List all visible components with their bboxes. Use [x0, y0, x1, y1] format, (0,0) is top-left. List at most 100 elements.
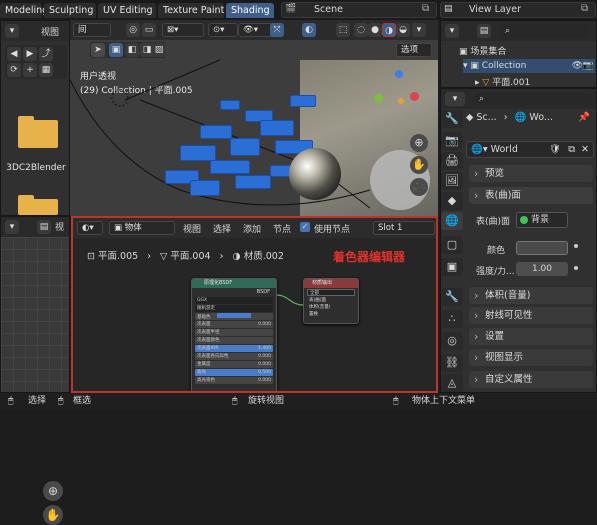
scene-icon-2: ◆ — [466, 112, 474, 123]
constraints-tab-icon[interactable]: ⛓ — [441, 354, 463, 372]
outliner-search-input[interactable]: ⌕ — [501, 24, 591, 38]
pan-hand-icon-viewport[interactable]: ✋ — [410, 156, 428, 174]
forward-arrow-icon[interactable]: ▶ — [23, 47, 37, 61]
folder-icon-2[interactable] — [18, 195, 58, 215]
physics-tab-icon[interactable]: ◎ — [441, 332, 463, 350]
scene-selector[interactable]: 🎬 Scene ⧉ — [281, 2, 437, 18]
folder-label: 3DC2Blender — [6, 163, 66, 173]
copy-icon[interactable]: ⧉ — [568, 142, 575, 157]
select-icon[interactable]: ▭ — [142, 23, 156, 37]
camera-view-icon[interactable]: 🎥 — [410, 178, 428, 196]
new-folder-icon[interactable]: + — [23, 63, 37, 77]
section-viewport-display[interactable]: 视图显示 — [469, 349, 593, 366]
editor-type-icon-3[interactable]: ▾ — [445, 24, 459, 38]
file-browser-toolbar: ◀ ▶ ⤴ ⟳ + ▦ — [5, 45, 67, 79]
gizmo-y-axis[interactable] — [374, 94, 383, 103]
wireframe-shading-icon[interactable]: ◌ — [354, 23, 368, 37]
lego-brick — [235, 175, 271, 189]
world-icon-2: 🌐▾ — [471, 144, 488, 155]
outliner-item-plane[interactable]: ▸ ▽ 平面.001 — [475, 75, 595, 88]
top-bar: Modeling Sculpting UV Editing Texture Pa… — [0, 0, 597, 20]
image-editor-canvas[interactable] — [1, 237, 69, 392]
tab-texture-paint[interactable]: Texture Paint — [158, 3, 224, 18]
new-scene-icon[interactable]: ⧉ — [422, 3, 429, 14]
zoom-icon-viewport[interactable]: ⊕ — [410, 134, 428, 152]
render-tab-icon[interactable]: 📷 — [441, 132, 463, 150]
section-volume[interactable]: 体积(音量) — [469, 287, 593, 304]
viewport-3d[interactable]: 间 ◎ ▭ ⊠▾ ⊙▾ ⋔ 👁▾ ⤧ ◐ ⬚ ◌ ● ◑ ◒ ▾ ➤ ▣ ◧ ◨… — [70, 20, 438, 216]
gizmo-icon[interactable]: ⤧ — [270, 23, 284, 37]
keyframe-dot[interactable] — [574, 244, 578, 248]
editor-type-icon[interactable]: ▾ — [5, 24, 19, 38]
lego-brick — [290, 95, 316, 107]
editor-type-icon-4[interactable]: ▾ — [445, 92, 465, 106]
view-icon[interactable]: ◎ — [126, 23, 140, 37]
transform-orientation[interactable]: ⊠▾ — [162, 23, 204, 37]
visibility-eye-icon[interactable]: 👁 — [572, 59, 583, 73]
section-settings[interactable]: 设置 — [469, 328, 593, 345]
fake-user-icon[interactable]: 🛡 — [549, 142, 561, 157]
folder-icon[interactable] — [18, 116, 58, 148]
section-preview[interactable]: 预览 — [469, 165, 593, 182]
mode-select[interactable]: 间 — [73, 23, 111, 37]
camera-icon[interactable]: 📷 — [583, 59, 594, 73]
gizmo-z-axis[interactable] — [395, 70, 403, 78]
scene-icon: 🎬 — [285, 4, 297, 14]
modifier-tab-icon[interactable]: 🔧 — [441, 288, 463, 306]
pivot-select[interactable]: ⊙▾ — [208, 23, 238, 37]
file-browser-view-menu[interactable]: 视图 — [41, 25, 59, 38]
display-mode-icon[interactable]: ▤ — [477, 24, 491, 38]
scene-name: Scene — [314, 4, 343, 15]
tool-tab-icon[interactable]: 🔧 — [441, 110, 463, 128]
refresh-icon[interactable]: ⟳ — [7, 63, 21, 77]
view-layer-tab-icon[interactable]: 🖼 — [441, 172, 463, 190]
close-icon[interactable]: ✕ — [581, 142, 589, 157]
collection-icon-2: ▣ — [470, 61, 479, 71]
section-ray-visibility[interactable]: 射线可见性 — [469, 307, 593, 324]
pan-hand-icon[interactable]: ✋ — [43, 505, 63, 525]
parent-folder-icon[interactable]: ⤴ — [39, 47, 53, 61]
image-menu-icon[interactable]: ▤ — [37, 220, 51, 234]
shader-dot-icon — [520, 216, 528, 224]
overlay-icon[interactable]: ◐ — [302, 23, 316, 37]
pin-icon[interactable]: 📌 — [578, 112, 590, 123]
tab-shading[interactable]: Shading — [226, 3, 274, 18]
particles-tab-icon[interactable]: ∴ — [441, 310, 463, 328]
world-datablock-selector[interactable]: 🌐▾ World 🛡 ⧉ ✕ — [466, 141, 594, 158]
breadcrumb-world: Wo... — [529, 112, 553, 123]
rendered-shading-icon[interactable]: ◒ — [396, 23, 410, 37]
navigation-gizmo[interactable] — [370, 68, 424, 122]
color-swatch[interactable] — [516, 241, 568, 255]
view-layer-selector[interactable]: ▤ View Layer ⧉ — [440, 2, 596, 18]
object-tab-icon[interactable]: ▣ — [441, 258, 463, 276]
search-icon: ⌕ — [505, 26, 511, 36]
scene-tab-icon[interactable]: ◆ — [441, 192, 463, 210]
collection-tab-icon[interactable]: ▢ — [441, 236, 463, 254]
zoom-icon[interactable]: ⊕ — [43, 481, 63, 501]
properties-search-input[interactable]: ⌕ — [475, 92, 593, 106]
tab-sculpting[interactable]: Sculpting — [44, 3, 96, 18]
strength-field[interactable]: 1.00 — [516, 262, 568, 276]
gizmo-x-axis[interactable] — [410, 92, 419, 101]
back-arrow-icon[interactable]: ◀ — [7, 47, 21, 61]
view-menu-2[interactable]: 视 — [55, 220, 64, 233]
outliner-item-scene-collection[interactable]: ▣ 场景集合 — [459, 44, 506, 57]
section-custom-properties[interactable]: 自定义属性 — [469, 371, 593, 388]
tab-modeling[interactable]: Modeling — [0, 3, 48, 18]
outliner-item-collection[interactable]: ▾ ▣ Collection 👁 📷 — [463, 59, 595, 73]
xray-icon[interactable]: ⬚ — [336, 23, 350, 37]
lego-brick — [210, 160, 250, 174]
editor-type-icon-2[interactable]: ▾ — [5, 220, 19, 234]
section-surface[interactable]: 表(曲)面 — [469, 187, 593, 204]
shading-options-icon[interactable]: ▾ — [412, 23, 426, 37]
solid-shading-icon[interactable]: ● — [368, 23, 382, 37]
material-shading-icon[interactable]: ◑ — [382, 23, 396, 37]
surface-shader-field[interactable]: 背景 — [516, 212, 568, 228]
keyframe-dot-2[interactable] — [574, 266, 578, 270]
new-view-layer-icon[interactable]: ⧉ — [581, 3, 588, 14]
output-tab-icon[interactable]: 🖨 — [441, 152, 463, 170]
tab-uv-editing[interactable]: UV Editing — [98, 3, 156, 18]
grid-view-icon[interactable]: ▦ — [39, 63, 53, 77]
world-tab-icon[interactable]: 🌐 — [441, 212, 463, 230]
data-tab-icon[interactable]: ◬ — [441, 374, 463, 392]
